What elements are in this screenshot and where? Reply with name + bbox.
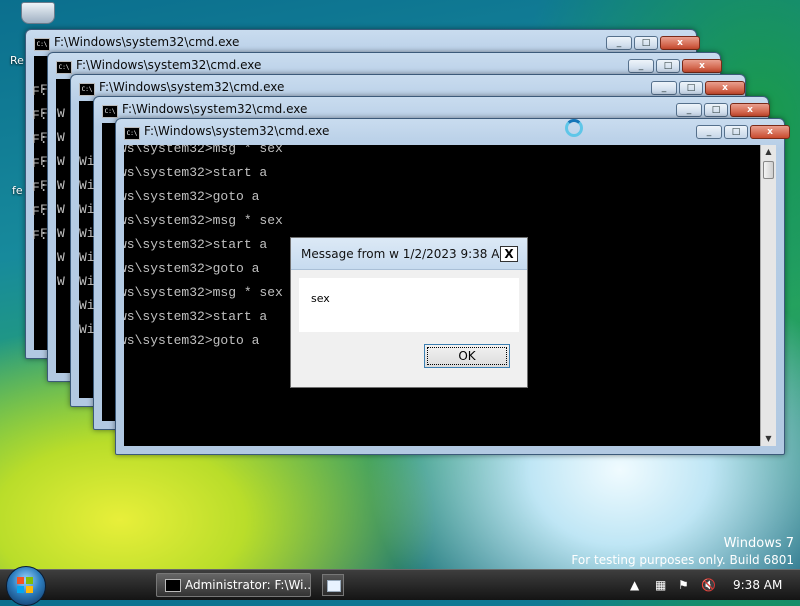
- console-line: Wi: [79, 226, 95, 241]
- minimize-button[interactable]: _: [651, 81, 677, 95]
- vertical-scrollbar[interactable]: ▲▼: [760, 145, 776, 446]
- console-line: W: [57, 106, 65, 121]
- window-title: F:\Windows\system32\cmd.exe: [122, 102, 308, 116]
- console-line: F:: [32, 228, 48, 243]
- console-line: Wi: [79, 322, 95, 337]
- start-button[interactable]: [6, 566, 46, 606]
- console-line: Windows\system32>start a: [124, 237, 268, 252]
- window-title: F:\Windows\system32\cmd.exe: [144, 124, 330, 138]
- console-line: W: [57, 274, 65, 289]
- window-titlebar[interactable]: C:\ F:\Windows\system32\cmd.exe _ □ x: [116, 119, 790, 145]
- busy-spinner-icon: [565, 119, 583, 137]
- volume-muted-icon[interactable]: 🔇: [701, 570, 716, 600]
- cmd-icon: C:\: [124, 127, 140, 140]
- network-icon[interactable]: ▦: [655, 570, 666, 600]
- console-line: Wi: [79, 274, 95, 289]
- console-line: F:: [32, 108, 48, 123]
- console-line: Windows\system32>goto a: [124, 333, 260, 348]
- console-line: W: [57, 226, 65, 241]
- console-line: Wi: [79, 178, 95, 193]
- desktop-icon-label[interactable]: fe: [12, 184, 23, 197]
- cmd-icon: [165, 579, 181, 592]
- cmd-icon: C:\: [102, 105, 118, 118]
- maximize-button[interactable]: □: [634, 36, 658, 50]
- windows-logo-icon: [17, 577, 33, 593]
- console-line: Windows\system32>msg * sex: [124, 285, 283, 300]
- console-line: Windows\system32>goto a: [124, 261, 260, 276]
- window-title: F:\Windows\system32\cmd.exe: [76, 58, 262, 72]
- action-center-icon[interactable]: ⚑: [678, 570, 689, 600]
- window-title: F:\Windows\system32\cmd.exe: [54, 35, 240, 49]
- console-line: Wi: [79, 298, 95, 313]
- window-title: F:\Windows\system32\cmd.exe: [99, 80, 285, 94]
- taskbar-item-label: Administrator: F:\Wi...: [185, 578, 311, 592]
- maximize-button[interactable]: □: [724, 125, 748, 139]
- maximize-button[interactable]: □: [656, 59, 680, 73]
- cmd-icon: C:\: [34, 38, 50, 51]
- console-line: Windows\system32>start a: [124, 309, 268, 324]
- taskbar: Administrator: F:\Wi... ▲ ▦ ⚑ 🔇 9:38 AM: [0, 566, 800, 606]
- dialog-title: Message from w 1/2/2023 9:38 AM: [301, 247, 510, 261]
- taskbar-item-window[interactable]: [322, 574, 344, 596]
- console-line: W: [57, 202, 65, 217]
- close-button[interactable]: x: [682, 59, 722, 73]
- console-line: Windows\system32>goto a: [124, 189, 260, 204]
- console-lines-window-2: F: F: F: F: F: F: F:: [32, 56, 48, 248]
- message-dialog[interactable]: Message from w 1/2/2023 9:38 AM X sex OK: [290, 237, 528, 388]
- console-line: F:: [32, 84, 48, 99]
- dialog-close-button[interactable]: X: [500, 246, 518, 262]
- console-line: Wi: [79, 154, 95, 169]
- console-line: W: [57, 178, 65, 193]
- console-line: Wi: [79, 202, 95, 217]
- console-line: F:: [32, 180, 48, 195]
- console-line: W: [57, 154, 65, 169]
- show-hidden-icons-icon[interactable]: ▲: [630, 570, 639, 600]
- console-line: F:: [32, 132, 48, 147]
- minimize-button[interactable]: _: [696, 125, 722, 139]
- maximize-button[interactable]: □: [679, 81, 703, 95]
- dialog-message: sex: [311, 292, 330, 305]
- maximize-button[interactable]: □: [704, 103, 728, 117]
- minimize-button[interactable]: _: [628, 59, 654, 73]
- scroll-thumb[interactable]: [763, 161, 774, 179]
- clock[interactable]: 9:38 AM: [733, 570, 782, 600]
- console-line: W: [57, 250, 65, 265]
- watermark-version: Windows 7: [723, 536, 794, 551]
- console-lines-window-3: W W W W W W W W: [57, 78, 65, 294]
- close-button[interactable]: x: [660, 36, 700, 50]
- recycle-bin-icon[interactable]: [14, 2, 62, 24]
- ok-button[interactable]: OK: [424, 344, 510, 368]
- console-line: Windows\system32>start a: [124, 165, 268, 180]
- desktop-icon-label[interactable]: Re: [10, 54, 24, 67]
- minimize-button[interactable]: _: [606, 36, 632, 50]
- scroll-up-arrow-icon[interactable]: ▲: [761, 145, 776, 159]
- close-button[interactable]: x: [705, 81, 745, 95]
- console-line: Windows\system32>msg * sex: [124, 145, 283, 156]
- console-line: Wi: [79, 250, 95, 265]
- taskbar-item-cmd[interactable]: Administrator: F:\Wi...: [156, 573, 311, 597]
- watermark-build: For testing purposes only. Build 6801: [571, 553, 794, 567]
- console-line: W: [57, 130, 65, 145]
- window-icon: [327, 580, 341, 592]
- console-line: F:: [32, 204, 48, 219]
- dialog-body: sex: [299, 278, 519, 332]
- close-button[interactable]: x: [730, 103, 770, 117]
- cmd-icon: C:\: [79, 83, 95, 96]
- console-lines-window-4: Wi Wi Wi Wi Wi Wi Wi Wi: [79, 126, 95, 342]
- cmd-icon: C:\: [56, 61, 72, 74]
- close-button[interactable]: x: [750, 125, 790, 139]
- console-line: F:: [32, 156, 48, 171]
- minimize-button[interactable]: _: [676, 103, 702, 117]
- console-line: Windows\system32>msg * sex: [124, 213, 283, 228]
- dialog-titlebar[interactable]: Message from w 1/2/2023 9:38 AM X: [291, 238, 527, 270]
- scroll-down-arrow-icon[interactable]: ▼: [761, 432, 776, 446]
